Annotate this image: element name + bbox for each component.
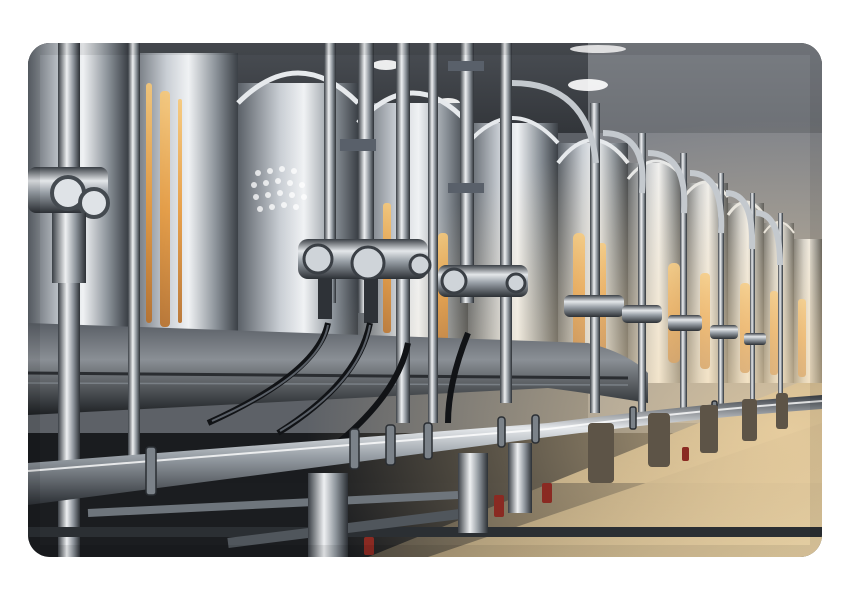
photo-frame bbox=[28, 43, 822, 557]
pipeline-illustration bbox=[28, 43, 822, 557]
